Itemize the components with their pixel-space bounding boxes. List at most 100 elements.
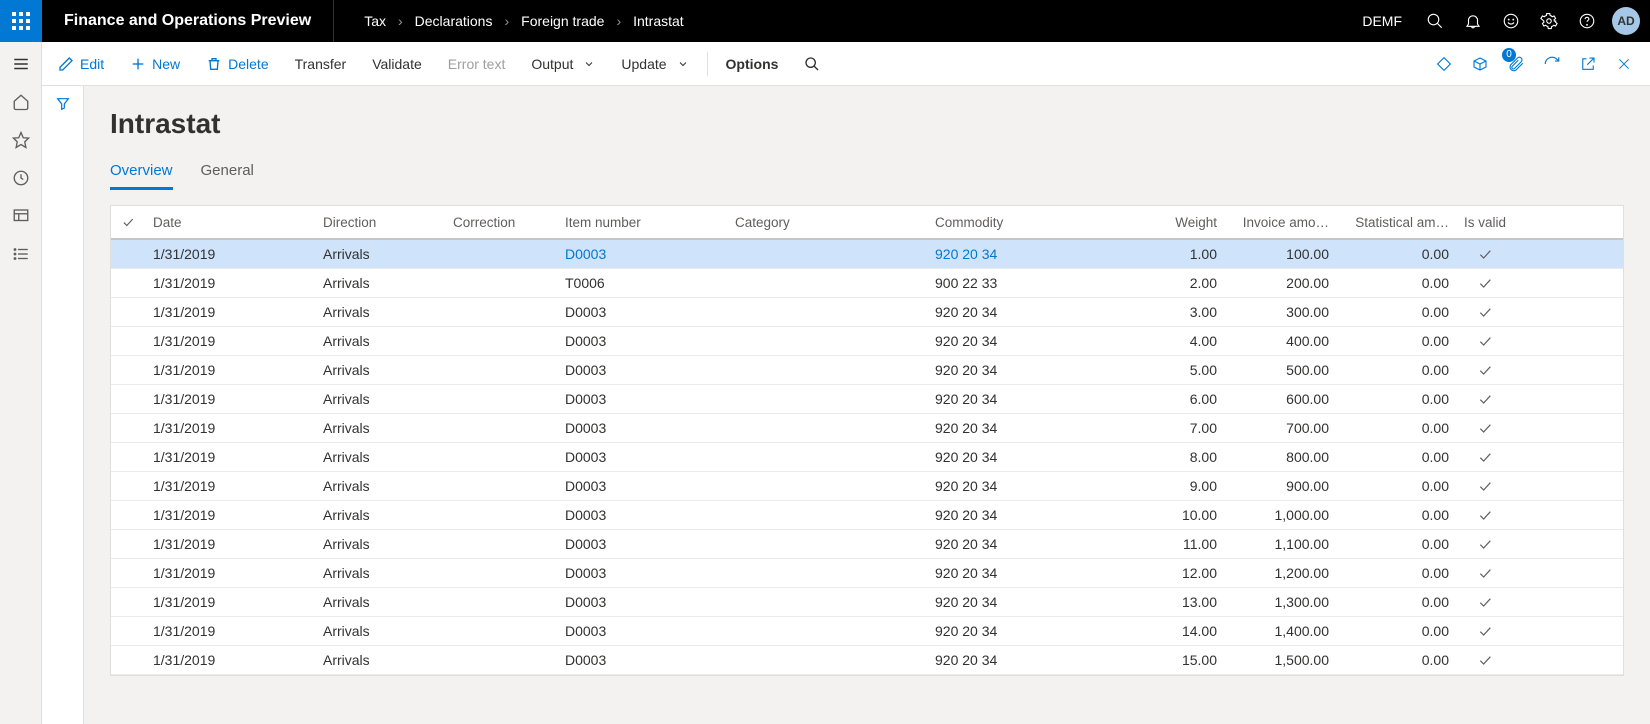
table-row[interactable]: 1/31/2019ArrivalsD0003920 20 3414.001,40… (111, 617, 1623, 646)
popout-button[interactable] (1570, 46, 1606, 82)
favorites-button[interactable] (11, 130, 31, 150)
breadcrumb-item[interactable]: Intrastat (625, 13, 692, 29)
notifications-button[interactable] (1454, 0, 1492, 42)
cell-is-valid (1457, 478, 1513, 494)
column-invoice-amount[interactable]: Invoice amo… (1225, 215, 1337, 230)
nav-toggle-button[interactable] (0, 42, 42, 86)
attachment-count-badge: 0 (1502, 48, 1516, 62)
cell-invoice-amount: 1,200.00 (1225, 565, 1337, 581)
user-avatar[interactable]: AD (1612, 7, 1640, 35)
form-content: Intrastat Overview General Date Directio… (84, 86, 1650, 724)
tab-overview[interactable]: Overview (110, 158, 173, 190)
cell-is-valid (1457, 420, 1513, 436)
validate-button[interactable]: Validate (360, 50, 434, 78)
home-button[interactable] (11, 92, 31, 112)
table-row[interactable]: 1/31/2019ArrivalsD0003920 20 3415.001,50… (111, 646, 1623, 675)
cell-weight: 13.00 (1127, 594, 1225, 610)
table-row[interactable]: 1/31/2019ArrivalsD0003920 20 343.00300.0… (111, 298, 1623, 327)
column-statistical-amount[interactable]: Statistical am… (1337, 215, 1457, 230)
table-row[interactable]: 1/31/2019ArrivalsD0003920 20 3412.001,20… (111, 559, 1623, 588)
check-icon (1477, 304, 1493, 320)
column-item-number[interactable]: Item number (557, 215, 727, 230)
recent-button[interactable] (11, 168, 31, 188)
help-button[interactable] (1568, 0, 1606, 42)
modules-button[interactable] (11, 244, 31, 264)
column-weight[interactable]: Weight (1127, 215, 1225, 230)
open-excel-button[interactable] (1462, 46, 1498, 82)
check-icon (1477, 478, 1493, 494)
search-button[interactable] (1416, 0, 1454, 42)
cell-direction: Arrivals (315, 623, 445, 639)
transfer-button[interactable]: Transfer (283, 50, 359, 78)
workspaces-button[interactable] (11, 206, 31, 226)
cell-date: 1/31/2019 (145, 333, 315, 349)
cell-item-number: D0003 (557, 362, 727, 378)
table-row[interactable]: 1/31/2019ArrivalsD0003920 20 344.00400.0… (111, 327, 1623, 356)
column-date[interactable]: Date (145, 215, 315, 230)
cell-is-valid (1457, 449, 1513, 465)
options-button[interactable]: Options (714, 50, 791, 78)
error-text-button: Error text (436, 50, 518, 78)
cell-invoice-amount: 700.00 (1225, 420, 1337, 436)
table-row[interactable]: 1/31/2019ArrivalsD0003920 20 347.00700.0… (111, 414, 1623, 443)
cell-item-number: T0006 (557, 275, 727, 291)
cell-item-number: D0003 (557, 420, 727, 436)
filter-button[interactable] (55, 96, 71, 115)
table-row[interactable]: 1/31/2019ArrivalsD0003920 20 349.00900.0… (111, 472, 1623, 501)
cell-invoice-amount: 900.00 (1225, 478, 1337, 494)
cell-statistical-amount: 0.00 (1337, 304, 1457, 320)
table-row[interactable]: 1/31/2019ArrivalsD0003920 20 3411.001,10… (111, 530, 1623, 559)
breadcrumb-item[interactable]: Declarations (407, 13, 501, 29)
table-row[interactable]: 1/31/2019ArrivalsD0003920 20 341.00100.0… (111, 240, 1623, 269)
settings-button[interactable] (1530, 0, 1568, 42)
column-direction[interactable]: Direction (315, 215, 445, 230)
filter-rail (42, 86, 84, 724)
breadcrumb-item[interactable]: Tax (356, 13, 394, 29)
table-row[interactable]: 1/31/2019ArrivalsD0003920 20 346.00600.0… (111, 385, 1623, 414)
column-category[interactable]: Category (727, 215, 927, 230)
cell-commodity: 920 20 34 (927, 594, 1127, 610)
cell-date: 1/31/2019 (145, 565, 315, 581)
table-row[interactable]: 1/31/2019ArrivalsT0006900 22 332.00200.0… (111, 269, 1623, 298)
cell-item-number: D0003 (557, 246, 727, 262)
table-row[interactable]: 1/31/2019ArrivalsD0003920 20 3413.001,30… (111, 588, 1623, 617)
clock-icon (12, 169, 30, 187)
table-row[interactable]: 1/31/2019ArrivalsD0003920 20 345.00500.0… (111, 356, 1623, 385)
check-icon (1477, 333, 1493, 349)
cell-invoice-amount: 400.00 (1225, 333, 1337, 349)
cell-commodity: 900 22 33 (927, 275, 1127, 291)
column-is-valid[interactable]: Is valid (1457, 215, 1513, 230)
action-pane: Edit New Delete Transfer Validate Error … (0, 42, 1650, 86)
app-launcher-button[interactable] (0, 0, 42, 42)
delete-button[interactable]: Delete (194, 50, 280, 78)
related-info-button[interactable] (1426, 46, 1462, 82)
breadcrumb-item[interactable]: Foreign trade (513, 13, 612, 29)
edit-button[interactable]: Edit (46, 50, 116, 78)
check-icon (1477, 275, 1493, 291)
close-button[interactable] (1606, 46, 1642, 82)
cell-weight: 6.00 (1127, 391, 1225, 407)
check-icon (1477, 391, 1493, 407)
column-correction[interactable]: Correction (445, 215, 557, 230)
table-row[interactable]: 1/31/2019ArrivalsD0003920 20 3410.001,00… (111, 501, 1623, 530)
column-commodity[interactable]: Commodity (927, 215, 1127, 230)
new-button[interactable]: New (118, 50, 192, 78)
tab-general[interactable]: General (201, 158, 254, 190)
feedback-button[interactable] (1492, 0, 1530, 42)
cell-date: 1/31/2019 (145, 652, 315, 668)
output-dropdown[interactable]: Output (519, 50, 607, 78)
cell-statistical-amount: 0.00 (1337, 420, 1457, 436)
cell-commodity: 920 20 34 (927, 652, 1127, 668)
company-label[interactable]: DEMF (1348, 13, 1416, 29)
find-button[interactable] (792, 50, 832, 78)
table-row[interactable]: 1/31/2019ArrivalsD0003920 20 348.00800.0… (111, 443, 1623, 472)
trash-icon (206, 56, 222, 72)
update-dropdown[interactable]: Update (609, 50, 700, 78)
cell-date: 1/31/2019 (145, 246, 315, 262)
cell-weight: 2.00 (1127, 275, 1225, 291)
refresh-button[interactable] (1534, 46, 1570, 82)
attachments-button[interactable]: 0 (1498, 46, 1534, 82)
cell-direction: Arrivals (315, 333, 445, 349)
pencil-icon (58, 56, 74, 72)
select-all-column[interactable] (111, 215, 145, 229)
